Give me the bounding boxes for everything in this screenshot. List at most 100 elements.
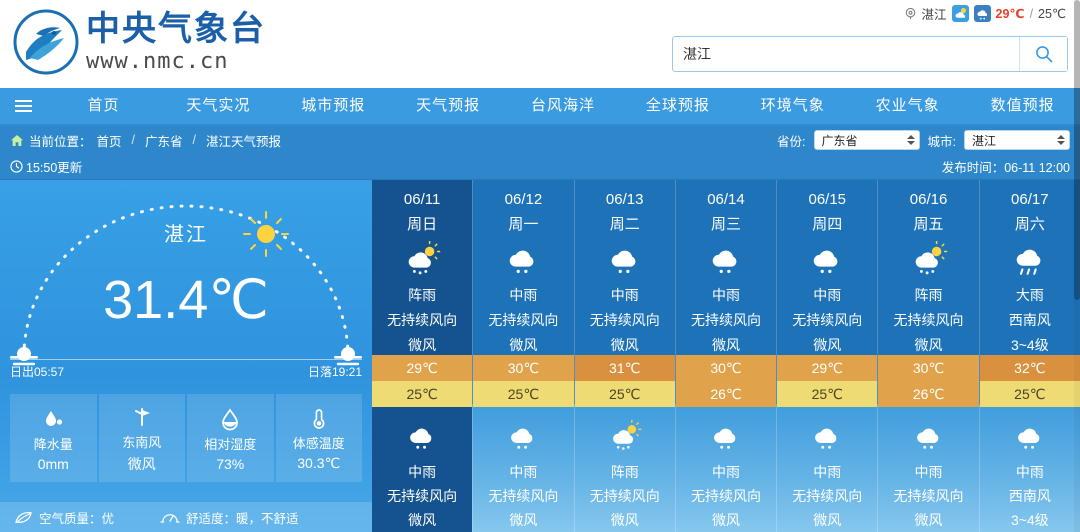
forecast-day-cell: 06/16 周五 阵雨 无持续风向 微风: [878, 180, 979, 355]
forecast-panel: 06/11 周日 阵雨 无持续风向 微风 29℃ 25℃ 中雨 无持续风向 微风 06/12 周一中雨…: [372, 180, 1080, 532]
forecast-low-temperature: 25℃: [473, 381, 574, 407]
forecast-column[interactable]: 06/15 周四 中雨 无持续风向 微风 29℃ 25℃ 中雨 无持续风向 微风: [777, 180, 879, 532]
forecast-date: 06/12: [504, 191, 543, 208]
search-input[interactable]: [673, 37, 1019, 71]
forecast-night-weather-icon: [405, 417, 439, 457]
forecast-column[interactable]: 06/13 周二 中雨 无持续风向 微风 31℃ 25℃ 阵雨 无持续风向 微风: [574, 180, 676, 532]
forecast-night-wind-direction: 西南风: [1008, 488, 1051, 504]
forecast-day-wind-direction: 西南风: [1008, 312, 1051, 328]
forecast-night-wind-direction: 无持续风向: [792, 488, 863, 504]
search-button[interactable]: [1019, 37, 1067, 71]
forecast-night-wind-direction: 无持续风向: [488, 488, 559, 504]
comfort-status: 舒适度：暖，不舒适: [160, 508, 299, 527]
forecast-weekday: 周二: [609, 216, 640, 233]
province-label: 省份:: [777, 134, 806, 149]
nav-item-global[interactable]: 全球预报: [620, 87, 735, 125]
breadcrumb-separator-1: /: [131, 133, 136, 147]
forecast-column[interactable]: 06/12 周一 中雨 无持续风向 微风 30℃ 25℃ 中雨 无持续风向 微风: [473, 180, 575, 532]
update-bar: 15:50更新 发布时间：06-11 12:00: [0, 154, 1080, 180]
forecast-column[interactable]: 06/11 周日 阵雨 无持续风向 微风 29℃ 25℃ 中雨 无持续风向 微风: [372, 180, 474, 532]
current-temperature: 31.4℃: [103, 270, 269, 330]
forecast-night-description: 中雨: [408, 464, 437, 480]
forecast-night-wind-direction: 无持续风向: [690, 488, 761, 504]
update-time-group: 15:50更新: [10, 157, 82, 176]
humidity-icon: [218, 405, 242, 431]
sunrise-label: 日出05:57: [10, 365, 65, 379]
forecast-weekday: 周一: [508, 216, 539, 233]
nav-item-numerical[interactable]: 数值预报: [965, 87, 1080, 125]
nav-item-city[interactable]: 城市预报: [276, 87, 391, 125]
forecast-low-temperature: 25℃: [777, 381, 878, 407]
page-scrollbar[interactable]: [1074, 0, 1080, 532]
nav-item-agriculture[interactable]: 农业气象: [850, 87, 965, 125]
forecast-night-cell: 中雨 西南风 3~4级: [980, 407, 1080, 532]
hamburger-menu-icon[interactable]: [0, 88, 46, 124]
forecast-day-description: 阵雨: [914, 287, 943, 303]
forecast-day-cell: 06/17 周六 大雨 西南风 3~4级: [979, 180, 1080, 355]
nav-item-home[interactable]: 首页: [46, 87, 161, 125]
breadcrumb-item-province[interactable]: 广东省: [145, 131, 183, 150]
forecast-night-description: 中雨: [914, 464, 943, 480]
sun-divider: [10, 359, 362, 360]
search-icon: [1035, 46, 1052, 63]
rain-cloud-icon: [511, 428, 533, 449]
sunrise-icon: [10, 347, 38, 366]
logo-title-cn: 中央气象台: [86, 8, 266, 49]
forecast-day-cell: 06/12 周一 中雨 无持续风向 微风: [473, 180, 574, 355]
wind-vane-icon: [130, 403, 154, 429]
nav-item-live[interactable]: 天气实况: [161, 87, 276, 125]
nav-item-environment[interactable]: 环境气象: [735, 87, 850, 125]
forecast-night-cell: 中雨 无持续风向 微风: [473, 407, 573, 532]
forecast-day-weather-icon: [403, 240, 441, 279]
forecast-night-weather-icon: [912, 417, 946, 457]
site-logo[interactable]: 中央气象台 www.nmc.cn: [12, 8, 266, 76]
forecast-high-temperature: 31℃: [574, 355, 675, 381]
sun-arc-area: 湛江 31.4℃ 日出05:57 日落19:21: [0, 180, 372, 379]
metric-label: 降水量: [33, 436, 73, 452]
forecast-day-wind-level: 3~4级: [1010, 337, 1049, 353]
rain-cloud-icon: [916, 428, 938, 449]
forecast-column[interactable]: 06/17 周六 大雨 西南风 3~4级 32℃ 25℃ 中雨 西南风 3~4级: [979, 180, 1080, 532]
logo-title-en: www.nmc.cn: [86, 48, 229, 74]
forecast-night-description: 中雨: [1015, 464, 1044, 480]
nav-item-typhoon[interactable]: 台风海洋: [506, 87, 621, 125]
province-select[interactable]: 广东省: [813, 130, 920, 150]
main-content: 湛江 31.4℃ 日出05:57 日落19:21 降水量 0mm 东南风 微风 …: [0, 180, 1080, 532]
forecast-date: 06/11: [403, 191, 441, 208]
forecast-weekday: 周五: [913, 216, 944, 233]
status-bar: 空气质量：优 舒适度：暖，不舒适: [0, 502, 372, 532]
heavy-rain-icon: [1016, 249, 1041, 275]
publish-time-text: 发布时间：06-11 12:00: [941, 161, 1070, 175]
top-weather-city: 湛江: [921, 8, 947, 22]
metric-humidity: 相对湿度 73%: [187, 394, 274, 482]
sunset-label: 日落19:21: [307, 365, 362, 379]
forecast-night-cell: 中雨 无持续风向 微风: [777, 407, 877, 532]
forecast-night-cell: 中雨 无持续风向 微风: [878, 407, 978, 532]
forecast-night-description: 中雨: [509, 464, 538, 480]
sun-shower-icon: [612, 420, 642, 450]
city-select[interactable]: 湛江: [964, 130, 1070, 150]
metric-value: 微风: [127, 455, 156, 472]
top-weather-separator: /: [1029, 6, 1034, 21]
forecast-high-temperature: 30℃: [878, 355, 979, 381]
forecast-high-temperature: 29℃: [372, 355, 473, 381]
air-quality-status: 空气质量：优: [14, 508, 114, 527]
forecast-night-description: 中雨: [813, 464, 842, 480]
forecast-day-description: 大雨: [1015, 287, 1044, 303]
metric-precipitation: 降水量 0mm: [10, 394, 97, 482]
breadcrumb-item-home[interactable]: 首页: [97, 131, 122, 150]
site-header: 中央气象台 www.nmc.cn 湛江 29℃ / 25℃: [0, 0, 1080, 88]
sunset-icon: [334, 347, 362, 366]
search-bar[interactable]: [672, 36, 1068, 72]
forecast-night-weather-icon: [709, 417, 743, 457]
sun-shower-icon: [408, 240, 441, 274]
nav-item-forecast[interactable]: 天气预报: [391, 87, 506, 125]
forecast-column[interactable]: 06/16 周五 阵雨 无持续风向 微风 30℃ 26℃ 中雨 无持续风向 微风: [878, 180, 980, 532]
forecast-day-wind-direction: 无持续风向: [690, 312, 761, 328]
gauge-icon: [160, 513, 180, 523]
forecast-night-weather-icon: [506, 417, 540, 457]
update-time-text: 15:50更新: [26, 161, 83, 175]
forecast-column[interactable]: 06/14 周三 中雨 无持续风向 微风 30℃ 26℃ 中雨 无持续风向 微风: [675, 180, 778, 532]
air-quality-text: 空气质量：优: [39, 511, 115, 526]
sun-cloud-icon: [951, 5, 969, 22]
